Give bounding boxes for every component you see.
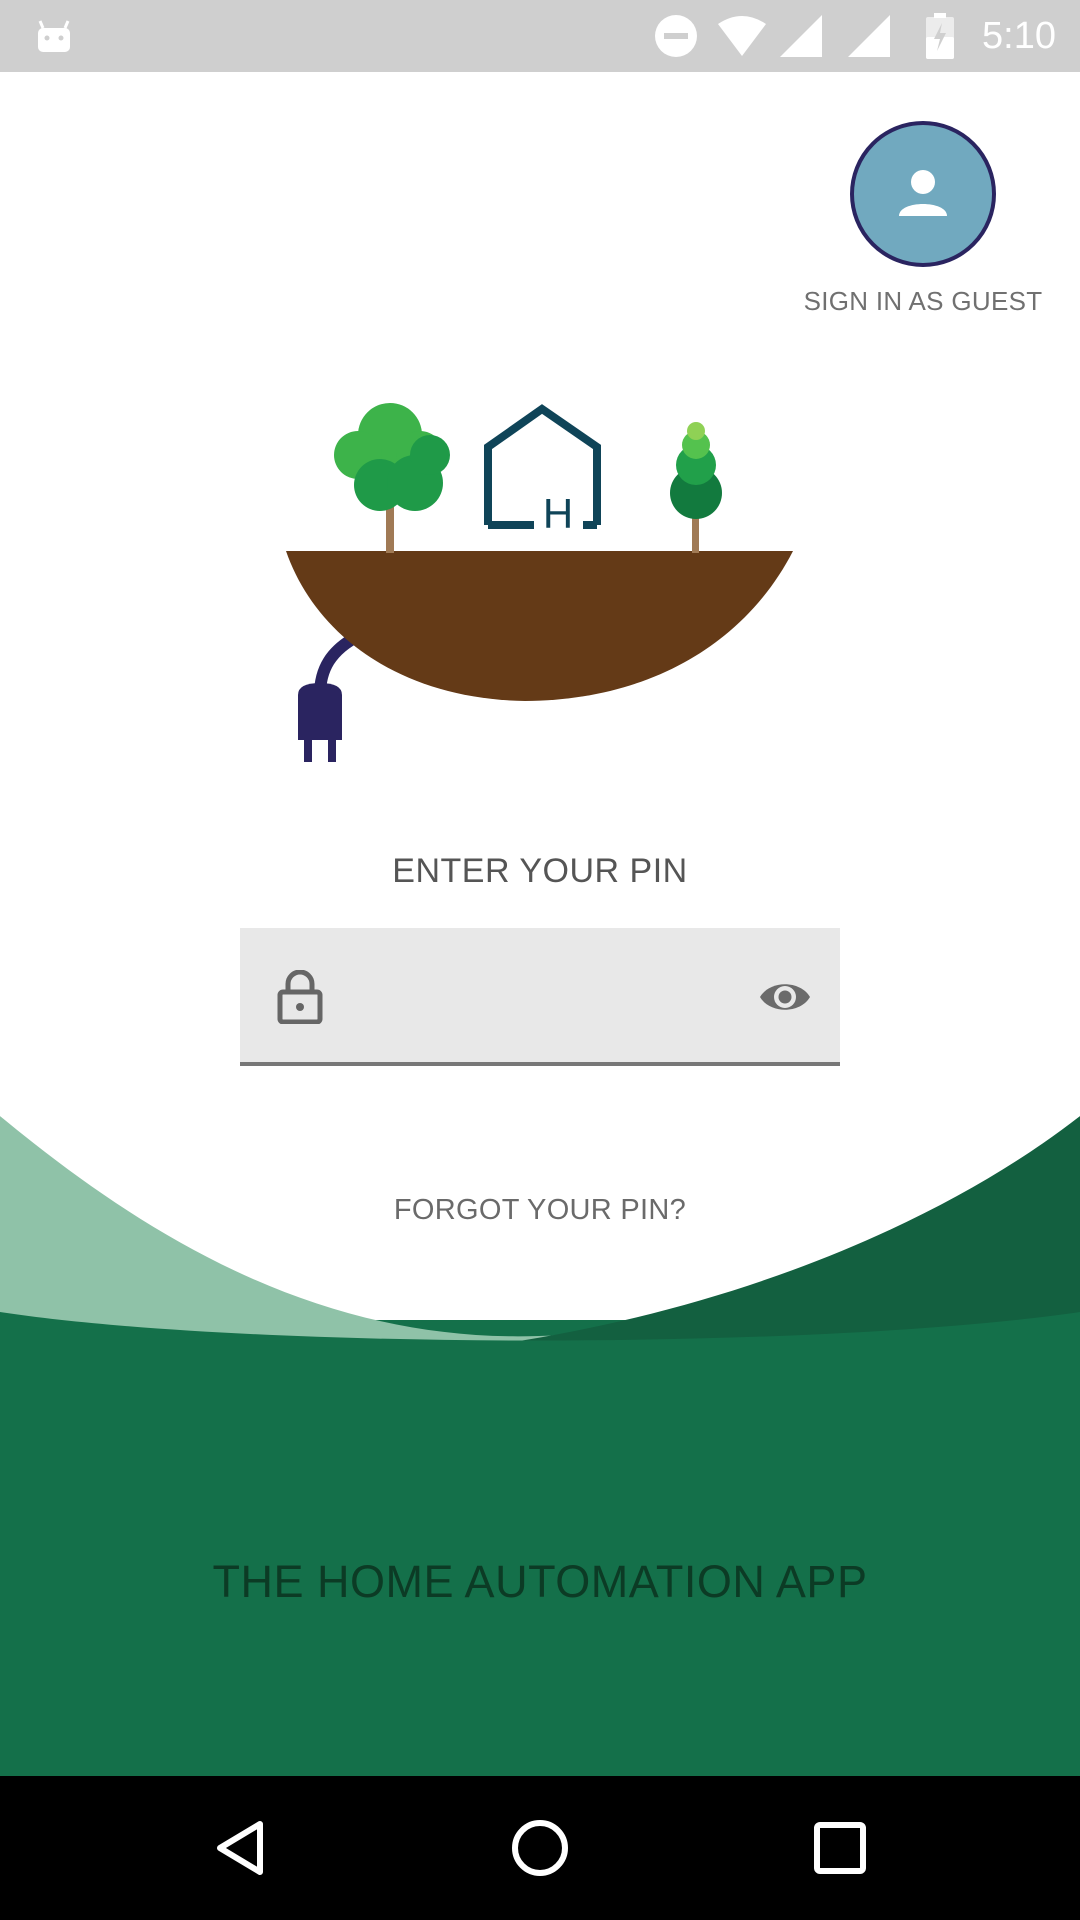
forgot-pin-link[interactable]: FORGOT YOUR PIN? <box>0 1194 1080 1227</box>
status-time: 5:10 <box>982 15 1056 57</box>
signal-icon <box>780 0 822 72</box>
app-logo: H <box>286 403 793 762</box>
home-icon[interactable] <box>510 1818 570 1878</box>
battery-charging-icon <box>926 0 954 72</box>
soil-shape <box>286 551 793 701</box>
do-not-disturb-icon <box>654 0 698 72</box>
eye-icon[interactable] <box>758 970 812 1024</box>
svg-text:H: H <box>543 490 573 537</box>
android-debug-icon <box>36 0 72 72</box>
plug-icon <box>298 683 342 740</box>
back-icon[interactable] <box>210 1818 270 1878</box>
guest-avatar-button[interactable] <box>850 121 996 267</box>
signal-icon <box>848 0 890 72</box>
lock-icon <box>277 970 323 1024</box>
pin-input[interactable] <box>350 958 714 1036</box>
sign-in-as-guest-link[interactable]: SIGN IN AS GUEST <box>800 286 1046 317</box>
navigation-bar <box>0 1776 1080 1920</box>
app-title: THE HOME AUTOMATION APP <box>212 1556 868 1607</box>
wifi-icon <box>718 0 766 72</box>
wave-background <box>0 1050 1080 1780</box>
person-icon <box>899 170 947 216</box>
status-bar: 5:10 <box>0 0 1080 72</box>
recents-icon[interactable] <box>810 1818 870 1878</box>
pin-heading: ENTER YOUR PIN <box>392 852 688 890</box>
pin-field[interactable] <box>240 928 840 1066</box>
